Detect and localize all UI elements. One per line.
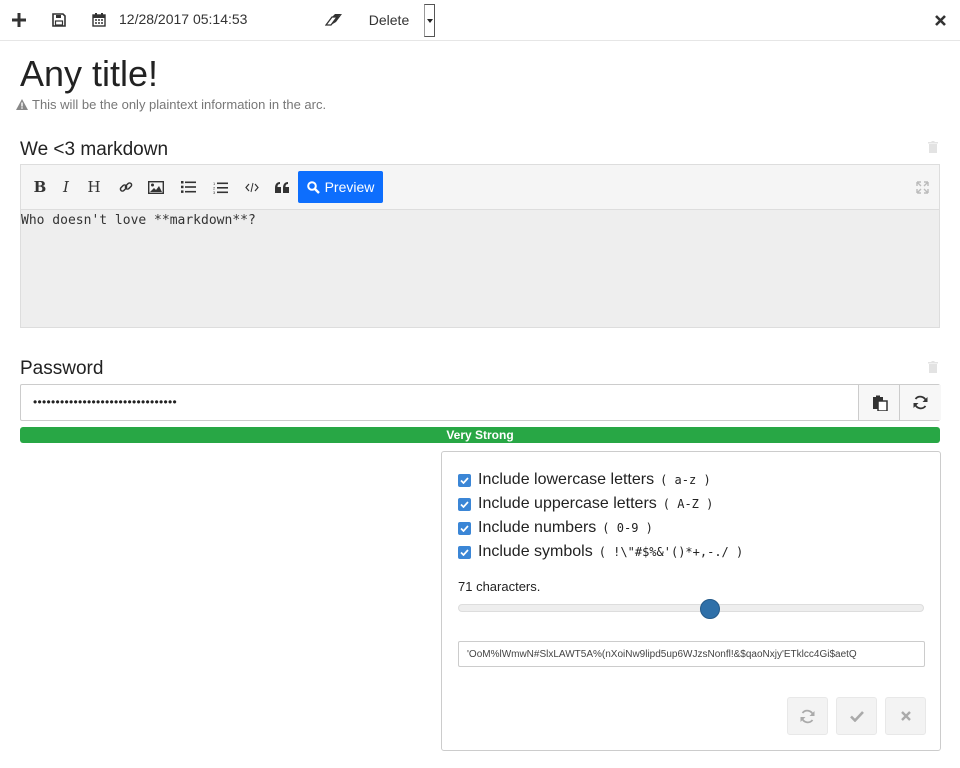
top-toolbar: 12/28/2017 05:14:53 Delete [0, 0, 960, 41]
option-lowercase[interactable]: Include lowercase letters ( a-z ) [458, 471, 711, 489]
close-icon [900, 711, 911, 721]
option-chars: ( A-Z ) [662, 497, 714, 511]
plaintext-hint: This will be the only plaintext informat… [16, 97, 326, 112]
password-strength-bar: Very Strong [20, 427, 940, 443]
clipboard-icon [872, 395, 888, 411]
option-symbols[interactable]: Include symbols ( !\"#$%&'()*+,-./ ) [458, 543, 743, 561]
ordered-list-icon[interactable]: 123 [208, 175, 232, 199]
quote-icon[interactable] [270, 175, 294, 199]
markdown-editor[interactable]: B I H 123 Preview Who doesn't love **mar… [20, 164, 940, 328]
strength-label: Very Strong [446, 428, 514, 442]
image-icon[interactable] [144, 175, 168, 199]
copy-password-button[interactable] [858, 385, 900, 420]
eraser-icon[interactable] [324, 8, 344, 32]
bold-icon[interactable]: B [28, 175, 52, 199]
heading-icon[interactable]: H [82, 175, 106, 199]
option-chars: ( !\"#$%&'()*+,-./ ) [598, 545, 744, 559]
plus-icon[interactable] [10, 8, 28, 32]
cancel-button[interactable] [885, 697, 926, 735]
password-generator-panel: Include lowercase letters ( a-z ) Includ… [441, 451, 941, 751]
refresh-icon [913, 395, 928, 410]
length-slider-thumb[interactable] [699, 599, 720, 619]
calendar-icon[interactable] [90, 8, 108, 32]
page-title[interactable]: Any title! [20, 53, 158, 95]
option-label: Include symbols [478, 543, 593, 560]
uppercase-checkbox[interactable] [458, 497, 471, 511]
editor-toolbar: B I H 123 Preview [21, 165, 939, 210]
check-icon [849, 710, 864, 722]
svg-text:3: 3 [213, 190, 216, 194]
option-uppercase[interactable]: Include uppercase letters ( A-Z ) [458, 495, 713, 513]
symbols-checkbox[interactable] [458, 545, 471, 559]
option-label: Include numbers [478, 519, 597, 536]
option-chars: ( 0-9 ) [602, 521, 653, 535]
delete-dropdown-toggle[interactable] [424, 4, 435, 37]
warning-icon [16, 99, 28, 110]
preview-button[interactable]: Preview [298, 171, 383, 203]
accept-button[interactable] [836, 697, 877, 735]
option-numbers[interactable]: Include numbers ( 0-9 ) [458, 519, 653, 537]
link-icon[interactable] [114, 175, 138, 199]
option-label: Include lowercase letters [478, 471, 655, 488]
refresh-icon [800, 709, 815, 723]
search-icon [306, 180, 320, 194]
preview-label: Preview [324, 179, 375, 195]
unordered-list-icon[interactable] [176, 175, 200, 199]
password-value[interactable]: •••••••••••••••••••••••••••••••• [33, 395, 177, 409]
regenerate-password-button[interactable] [899, 385, 941, 420]
password-label[interactable]: Password [20, 358, 103, 380]
length-slider-track[interactable] [458, 604, 924, 612]
length-text: 71 characters. [458, 579, 541, 594]
trash-icon[interactable] [928, 141, 938, 153]
delete-button[interactable]: Delete [352, 9, 426, 31]
option-label: Include uppercase letters [478, 495, 657, 512]
regenerate-button[interactable] [787, 697, 828, 735]
date-text[interactable]: 12/28/2017 05:14:53 [119, 11, 247, 27]
trash-icon[interactable] [928, 361, 938, 373]
close-icon[interactable] [932, 8, 948, 32]
option-chars: ( a-z ) [660, 473, 711, 487]
floppy-disk-icon[interactable] [50, 8, 68, 32]
italic-icon[interactable]: I [54, 175, 78, 199]
fullscreen-icon[interactable] [910, 175, 934, 199]
markdown-label[interactable]: We <3 markdown [20, 139, 168, 161]
password-field[interactable]: •••••••••••••••••••••••••••••••• [20, 384, 941, 421]
markdown-textarea[interactable]: Who doesn't love **markdown**? [21, 213, 256, 228]
generated-password-field[interactable]: 'OoM%lWmwN#SlxLAWT5A%(nXoiNw9lipd5up6WJz… [458, 641, 925, 667]
hint-text: This will be the only plaintext informat… [32, 97, 327, 112]
code-icon[interactable] [240, 175, 264, 199]
numbers-checkbox[interactable] [458, 521, 471, 535]
lowercase-checkbox[interactable] [458, 473, 471, 487]
